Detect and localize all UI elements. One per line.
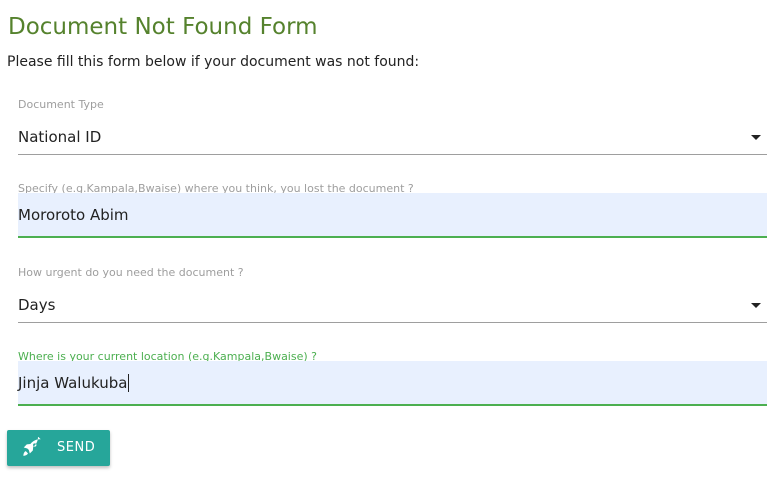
lost-location-input[interactable]: Mororoto Abim	[18, 193, 767, 238]
document-type-select[interactable]: National ID	[18, 120, 767, 155]
page-subtitle: Please fill this form below if your docu…	[7, 54, 420, 70]
caret-down-icon	[751, 135, 761, 140]
urgency-value: Days	[18, 296, 56, 314]
rocket-icon	[23, 437, 41, 456]
send-button[interactable]: SEND	[7, 430, 110, 466]
send-button-label: SEND	[57, 440, 96, 455]
document-type-label: Document Type	[18, 98, 104, 111]
lost-location-value: Mororoto Abim	[18, 206, 129, 224]
document-type-value: National ID	[18, 128, 102, 146]
urgency-label: How urgent do you need the document ?	[18, 266, 244, 279]
urgency-select[interactable]: Days	[18, 288, 767, 323]
text-cursor	[128, 374, 130, 392]
current-location-input[interactable]: Jinja Walukuba	[18, 361, 767, 406]
page-title: Document Not Found Form	[8, 14, 318, 40]
caret-down-icon	[751, 303, 761, 308]
current-location-value: Jinja Walukuba	[18, 374, 128, 392]
current-location-value-wrap: Jinja Walukuba	[18, 374, 130, 392]
